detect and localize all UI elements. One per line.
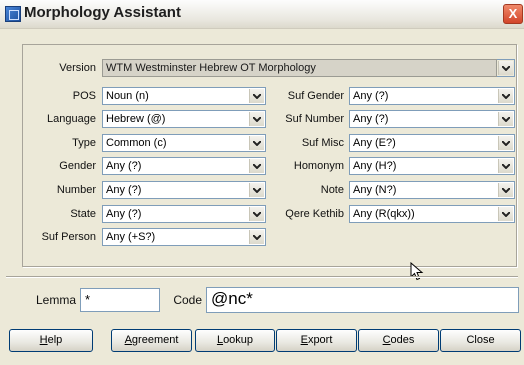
suf-gender-select[interactable]: Any (?) [349,87,515,105]
chevron-down-icon[interactable] [249,112,264,126]
version-value: WTM Westminster Hebrew OT Morphology [106,62,316,74]
close-label: Close [466,334,495,346]
suf-person-select[interactable]: Any (+S?) [102,228,266,246]
chevron-down-icon[interactable] [498,159,513,173]
chevron-down-icon[interactable] [249,230,264,244]
code-input[interactable]: @nc* [206,287,519,313]
close-button[interactable]: Close [440,329,521,352]
suf-misc-value: Any (E?) [353,137,396,149]
lookup-button[interactable]: Lookup [195,329,275,352]
homonym-select[interactable]: Any (H?) [349,157,515,175]
suf-number-select[interactable]: Any (?) [349,110,515,128]
chevron-down-icon[interactable] [249,136,264,150]
help-button[interactable]: Help [9,329,93,352]
lemma-label: Lemma [35,293,76,307]
qere-kethib-label: Qere Kethib [285,208,344,220]
qere-kethib-value: Any (R(qkx)) [353,208,415,220]
homonym-label: Homonym [293,160,344,172]
help-mnemonic: H [39,334,48,346]
number-value: Any (?) [106,184,142,196]
suf-misc-select[interactable]: Any (E?) [349,134,515,152]
suf-gender-value: Any (?) [353,90,389,102]
chevron-down-icon[interactable] [498,112,513,126]
version-dropdown-button[interactable] [497,59,515,77]
codes-label: odes [390,334,415,346]
chevron-down-icon[interactable] [249,89,264,103]
suf-number-value: Any (?) [353,113,389,125]
chevron-down-icon[interactable] [498,89,513,103]
state-value: Any (?) [106,208,142,220]
pos-select[interactable]: Noun (n) [102,87,266,105]
state-select[interactable]: Any (?) [102,205,266,223]
export-button[interactable]: Export [276,329,357,352]
app-icon [5,6,21,22]
state-label: State [70,208,96,220]
suf-person-label: Suf Person [41,231,96,243]
chevron-down-icon[interactable] [498,183,513,197]
number-label: Number [56,184,96,196]
export-mnemonic: E [300,334,308,346]
gender-label: Gender [59,160,96,172]
suf-person-value: Any (+S?) [106,231,156,243]
separator [6,276,518,278]
suf-number-label: Suf Number [285,113,344,125]
morphology-group-box [22,44,517,267]
codes-button[interactable]: Codes [358,329,439,352]
chevron-down-icon[interactable] [498,207,513,221]
lookup-label: ookup [223,334,254,346]
version-label: Version [59,62,96,74]
chevron-down-icon [498,61,513,75]
morphology-assistant-window: Morphology Assistant X Version WTM Westm… [0,0,524,365]
chevron-down-icon[interactable] [249,207,264,221]
agreement-button[interactable]: Agreement [111,329,192,352]
chevron-down-icon[interactable] [249,159,264,173]
gender-value: Any (?) [106,160,142,172]
homonym-value: Any (H?) [353,160,397,172]
suf-misc-label: Suf Misc [301,137,344,149]
codes-mnemonic: C [382,334,391,346]
export-label: xport [307,334,333,346]
agreement-label: greement [131,334,179,346]
close-window-button[interactable]: X [503,4,523,24]
pos-value: Noun (n) [106,90,149,102]
gender-select[interactable]: Any (?) [102,157,266,175]
lemma-value: * [85,292,91,307]
suf-gender-label: Suf Gender [287,90,344,102]
language-value: Hebrew (@) [106,113,166,125]
language-select[interactable]: Hebrew (@) [102,110,266,128]
number-select[interactable]: Any (?) [102,181,266,199]
language-label: Language [47,113,96,125]
mouse-pointer-icon [410,262,424,281]
note-select[interactable]: Any (N?) [349,181,515,199]
title-bar[interactable]: Morphology Assistant X [0,0,524,29]
agreement-mnemonic: A [124,334,132,346]
chevron-down-icon[interactable] [498,136,513,150]
chevron-down-icon[interactable] [249,183,264,197]
version-select: WTM Westminster Hebrew OT Morphology [102,59,497,77]
qere-kethib-select[interactable]: Any (R(qkx)) [349,205,515,223]
note-value: Any (N?) [353,184,397,196]
pos-label: POS [72,90,96,102]
help-label: elp [47,334,63,346]
type-label: Type [72,137,96,149]
window-title: Morphology Assistant [24,4,181,21]
type-select[interactable]: Common (c) [102,134,266,152]
lemma-input[interactable]: * [80,288,160,312]
type-value: Common (c) [106,137,167,149]
note-label: Note [320,184,344,196]
code-value: @nc* [211,289,253,308]
code-label: Code [173,293,202,307]
